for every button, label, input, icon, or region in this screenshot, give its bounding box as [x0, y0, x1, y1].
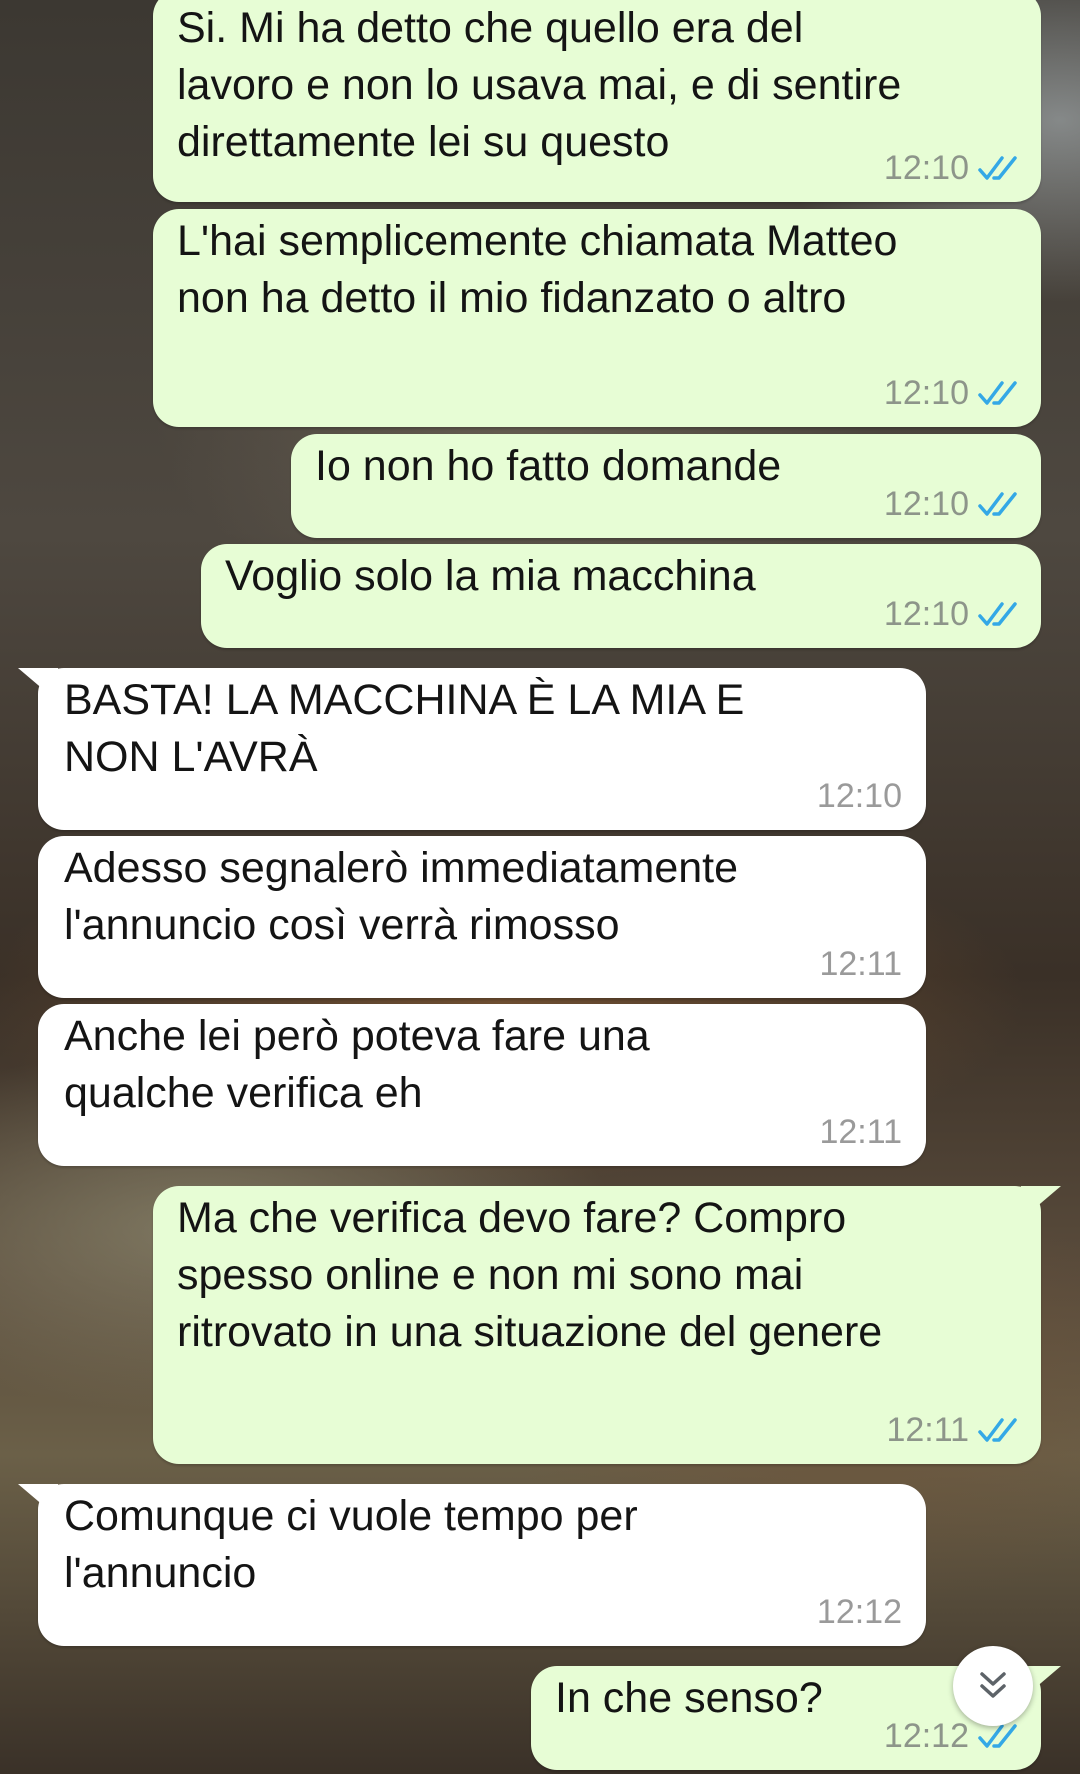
- message-bubble-outgoing[interactable]: L'hai semplicemente chiamata Matteo non …: [153, 209, 1041, 427]
- message-text: Adesso segnalerò immediatamente l'annunc…: [64, 844, 739, 949]
- message-meta: 12:11: [819, 1114, 902, 1150]
- message-meta: 12:10: [884, 375, 1021, 411]
- message-bubble-outgoing[interactable]: Voglio solo la mia macchina 12:10: [201, 544, 1041, 648]
- message-bubble-incoming[interactable]: Adesso segnalerò immediatamente l'annunc…: [38, 836, 926, 998]
- message-text: BASTA! LA MACCHINA È LA MIA E NON L'AVRÀ: [64, 676, 745, 781]
- message-meta: 12:11: [819, 946, 902, 982]
- message-bubble-outgoing[interactable]: Si. Mi ha detto che quello era del lavor…: [153, 0, 1041, 202]
- message-time: 12:10: [883, 374, 969, 412]
- double-check-icon: [978, 602, 1017, 626]
- message-time: 12:12: [816, 1593, 902, 1631]
- double-check-icon: [978, 1418, 1017, 1442]
- message-meta: 12:10: [884, 150, 1021, 186]
- message-time: 12:12: [883, 1717, 969, 1755]
- double-chevron-down-icon: [980, 1672, 1006, 1698]
- message-meta: 12:12: [817, 1594, 902, 1630]
- message-time: 12:10: [883, 595, 969, 633]
- message-time: 12:11: [886, 1411, 969, 1449]
- message-meta: 12:10: [817, 778, 902, 814]
- double-check-icon: [978, 492, 1017, 516]
- message-bubble-incoming[interactable]: BASTA! LA MACCHINA È LA MIA E NON L'AVRÀ…: [18, 668, 926, 830]
- message-meta: 12:10: [884, 596, 1021, 632]
- double-check-icon: [978, 381, 1017, 405]
- scroll-to-bottom-button[interactable]: [953, 1646, 1033, 1726]
- message-bubble-outgoing[interactable]: Io non ho fatto domande 12:10: [291, 434, 1041, 538]
- message-text: Io non ho fatto domande: [315, 442, 782, 490]
- message-time: 12:10: [883, 149, 969, 187]
- message-time: 12:11: [819, 1113, 902, 1151]
- message-bubble-outgoing[interactable]: Ma che verifica devo fare? Compro spesso…: [153, 1186, 1061, 1464]
- message-text: Voglio solo la mia macchina: [225, 552, 756, 600]
- double-check-icon: [978, 156, 1017, 180]
- message-meta: 12:10: [884, 486, 1021, 522]
- message-text: L'hai semplicemente chiamata Matteo non …: [177, 217, 898, 322]
- message-text: Si. Mi ha detto che quello era del lavor…: [177, 4, 902, 166]
- message-bubble-incoming[interactable]: Anche lei però poteva fare una qualche v…: [38, 1004, 926, 1166]
- message-text: Anche lei però poteva fare una qualche v…: [64, 1012, 650, 1117]
- message-text: In che senso?: [555, 1674, 823, 1722]
- message-text: Ma che verifica devo fare? Compro spesso…: [177, 1194, 883, 1356]
- message-text: Comunque ci vuole tempo per l'annuncio: [64, 1492, 638, 1597]
- message-time: 12:10: [883, 485, 969, 523]
- message-time: 12:11: [819, 945, 902, 983]
- message-bubble-incoming[interactable]: Comunque ci vuole tempo per l'annuncio 1…: [18, 1484, 926, 1646]
- message-time: 12:10: [816, 777, 902, 815]
- message-meta: 12:11: [886, 1412, 1021, 1448]
